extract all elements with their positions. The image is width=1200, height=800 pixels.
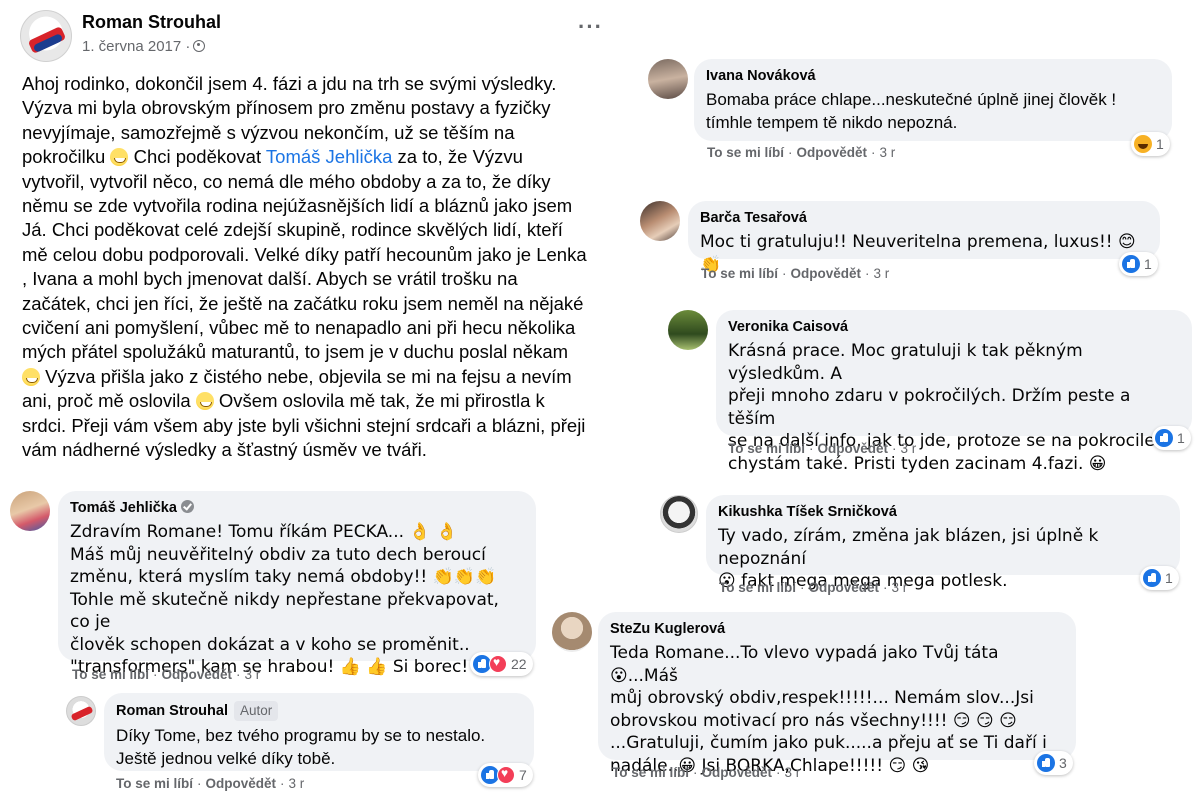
reaction-summary[interactable]: 3 xyxy=(1034,751,1073,775)
commenter-avatar[interactable] xyxy=(648,59,688,99)
like-link[interactable]: To se mi líbí xyxy=(612,765,689,780)
logo-stripe-red xyxy=(70,705,94,722)
comment-actions: To se mi líbí · Odpovědět · 3 r xyxy=(612,765,801,780)
comment-age[interactable]: 3 r xyxy=(880,145,896,160)
author-badge: Autor xyxy=(233,701,279,721)
comment-age[interactable]: 3 r xyxy=(892,580,908,595)
comment-actions: To se mi líbí · Odpovědět · 3 r xyxy=(72,667,261,682)
like-reaction-icon xyxy=(1037,754,1055,772)
comment-author[interactable]: Tomáš Jehlička xyxy=(70,500,177,516)
like-link[interactable]: To se mi líbí xyxy=(701,266,778,281)
post-date[interactable]: 1. června 2017 · xyxy=(82,38,206,55)
comment-age[interactable]: 3 r xyxy=(245,667,261,682)
haha-reaction-icon xyxy=(1134,135,1152,153)
grin-emoji-icon xyxy=(195,392,214,411)
post-date-text: 1. června 2017 · xyxy=(82,38,191,55)
reply-link[interactable]: Odpovědět xyxy=(818,441,889,456)
reaction-count: 22 xyxy=(511,656,527,672)
comment-author[interactable]: Kikushka Tíšek Srničková xyxy=(718,503,1168,521)
reaction-summary[interactable]: 7 xyxy=(478,763,533,787)
comment-author[interactable]: Veronika Caisová xyxy=(728,318,1180,336)
comment-author[interactable]: Ivana Nováková xyxy=(706,67,1160,85)
comment-bubble: Roman Strouhal Autor Díky Tome, bez tvého… xyxy=(104,693,534,771)
reply-link[interactable]: Odpovědět xyxy=(791,266,862,281)
comment-text: Teda Romane...To vlevo vypadá jako Tvůj … xyxy=(610,643,1047,776)
comment-age[interactable]: 3 r xyxy=(874,266,890,281)
like-link[interactable]: To se mi líbí xyxy=(72,667,149,682)
comment-bubble: Kikushka Tíšek Srničková Ty vado, zírám,… xyxy=(706,495,1180,591)
comment-author[interactable]: Roman Strouhal xyxy=(116,703,228,719)
grin-emoji-icon xyxy=(110,148,129,167)
author-avatar[interactable] xyxy=(20,10,72,62)
comment-author[interactable]: SteZu Kuglerová xyxy=(610,620,1064,638)
commenter-avatar[interactable] xyxy=(552,612,592,652)
reply-link[interactable]: Odpovědět xyxy=(162,667,233,682)
post-text-part: Chci poděkovat xyxy=(128,146,266,168)
like-link[interactable]: To se mi líbí xyxy=(719,580,796,595)
reaction-summary[interactable]: 1 xyxy=(1119,252,1158,276)
reaction-count: 1 xyxy=(1165,570,1173,586)
reaction-summary[interactable]: 22 xyxy=(470,652,533,676)
comment-actions: To se mi líbí · Odpovědět · 3 r xyxy=(701,266,890,281)
reaction-summary[interactable]: 1 xyxy=(1131,132,1170,156)
admin-badge-icon xyxy=(180,500,194,513)
reaction-summary[interactable]: 1 xyxy=(1152,426,1191,450)
comment-age[interactable]: 3 r xyxy=(785,765,801,780)
mention-link[interactable]: Tomáš Jehlička xyxy=(266,146,392,167)
comment-text: Zdravím Romane! Tomu říkám PECKA... 👌 👌 … xyxy=(70,522,499,677)
commenter-avatar[interactable] xyxy=(640,201,680,241)
reaction-count: 1 xyxy=(1144,256,1152,272)
post-body: Ahoj rodinko, dokončil jsem 4. fázi a jd… xyxy=(22,72,622,463)
like-reaction-icon xyxy=(1143,569,1161,587)
audience-icon xyxy=(193,40,206,52)
comment-actions: To se mi líbí · Odpovědět · 3 r xyxy=(707,145,896,160)
reply-link[interactable]: Odpovědět xyxy=(809,580,880,595)
comment-bubble: Ivana Nováková Bomaba práce chlape...nes… xyxy=(694,59,1172,141)
comment-age[interactable]: 3 r xyxy=(289,776,305,791)
reply-link[interactable]: Odpovědět xyxy=(702,765,773,780)
reaction-count: 3 xyxy=(1059,755,1067,771)
love-reaction-icon xyxy=(497,766,515,784)
like-reaction-icon xyxy=(1122,255,1140,273)
commenter-avatar[interactable] xyxy=(660,495,698,533)
post-author-name[interactable]: Roman Strouhal xyxy=(82,12,221,33)
reply-link[interactable]: Odpovědět xyxy=(797,145,868,160)
more-options-icon[interactable]: ··· xyxy=(578,16,603,38)
comment-bubble: Tomáš Jehlička Zdravím Romane! Tomu říká… xyxy=(58,491,536,677)
like-reaction-icon xyxy=(1155,429,1173,447)
comment-bubble: Veronika Caisová Krásná prace. Moc gratu… xyxy=(716,310,1192,474)
comment-text: Bomaba práce chlape...neskutečné úplně j… xyxy=(706,90,1117,132)
reaction-summary[interactable]: 1 xyxy=(1140,566,1179,590)
commenter-avatar[interactable] xyxy=(66,696,96,726)
commenter-avatar[interactable] xyxy=(10,491,50,531)
grin-emoji-icon xyxy=(22,367,40,386)
comment-actions: To se mi líbí · Odpovědět · 3 r xyxy=(719,580,908,595)
like-link[interactable]: To se mi líbí xyxy=(707,145,784,160)
like-link[interactable]: To se mi líbí xyxy=(728,441,805,456)
commenter-avatar[interactable] xyxy=(668,310,708,350)
comment-bubble: Barča Tesařová Moc ti gratuluju!! Neuver… xyxy=(688,201,1160,275)
comment-bubble: SteZu Kuglerová Teda Romane...To vlevo v… xyxy=(598,612,1076,776)
post-text-part: za to, že Výzvu vytvořil, vytvořil něco,… xyxy=(22,146,587,363)
reaction-count: 1 xyxy=(1156,136,1164,152)
reply-link[interactable]: Odpovědět xyxy=(206,776,277,791)
love-reaction-icon xyxy=(489,655,507,673)
comment-text: Díky Tome, bez tvého programu by se to n… xyxy=(116,726,486,768)
comment-actions: To se mi líbí · Odpovědět · 3 r xyxy=(116,776,305,791)
like-link[interactable]: To se mi líbí xyxy=(116,776,193,791)
comment-actions: To se mi líbí · Odpovědět · 3 r xyxy=(728,441,917,456)
reaction-count: 1 xyxy=(1177,430,1185,446)
comment-author[interactable]: Barča Tesařová xyxy=(700,209,1148,227)
reaction-count: 7 xyxy=(519,767,527,783)
comment-age[interactable]: 3 r xyxy=(901,441,917,456)
